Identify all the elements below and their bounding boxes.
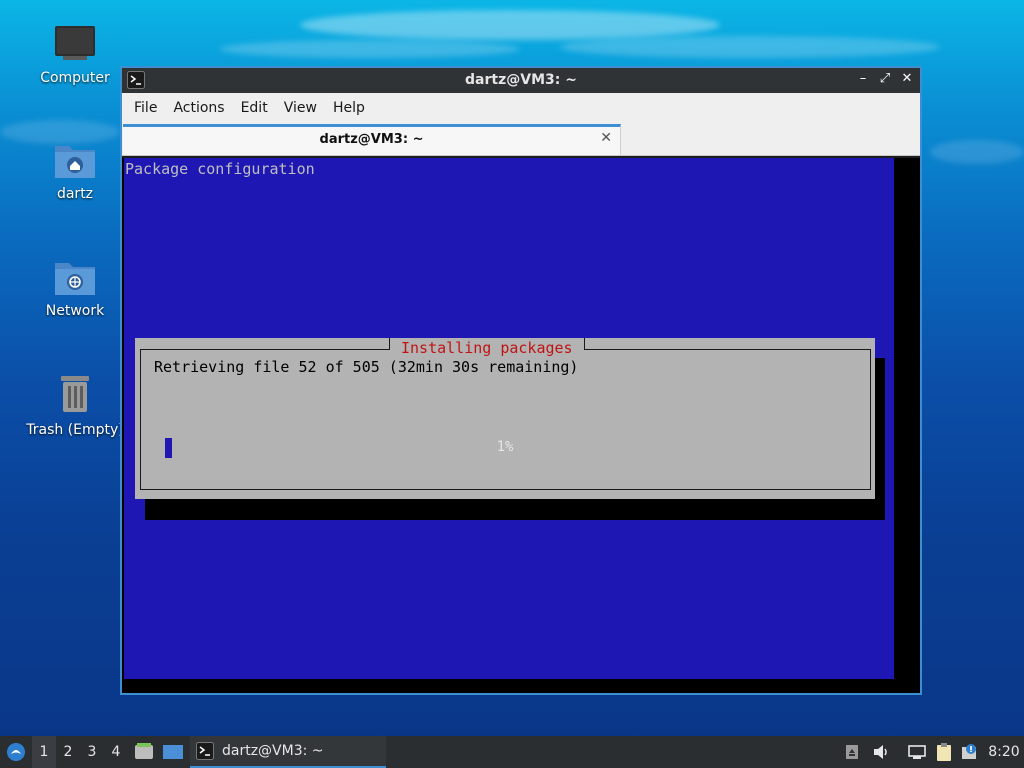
network-folder-icon <box>55 263 95 295</box>
trash-icon <box>61 376 89 412</box>
show-desktop-button[interactable] <box>160 736 186 768</box>
workspace-3[interactable]: 3 <box>80 736 104 768</box>
taskbar-terminal-button[interactable]: dartz@VM3: ~ <box>190 736 386 768</box>
window-title: dartz@VM3: ~ <box>465 72 577 88</box>
menubar: File Actions Edit View Help <box>122 93 920 122</box>
desktop-icon-label: dartz <box>56 186 94 202</box>
desktop-icon-label: Computer <box>40 70 110 86</box>
clock[interactable]: 8:20 <box>986 736 1022 768</box>
close-button[interactable]: ✕ <box>900 71 914 87</box>
workspace-2[interactable]: 2 <box>56 736 80 768</box>
desktop-icon-computer[interactable]: Computer <box>20 24 130 86</box>
tray-update-icon[interactable] <box>842 736 862 768</box>
desktop-icon-label: Network <box>45 303 105 319</box>
computer-icon <box>55 26 95 60</box>
eject-icon <box>846 745 858 759</box>
dialog-title: Installing packages <box>389 338 585 360</box>
desktop-icon <box>163 745 183 759</box>
tab-bar: dartz@VM3: ~ ✕ <box>122 122 920 156</box>
menu-edit[interactable]: Edit <box>233 100 276 116</box>
terminal-area[interactable]: Package configuration Installing package… <box>122 158 920 693</box>
notification-icon <box>962 744 976 759</box>
minimize-button[interactable]: – <box>856 71 870 87</box>
network-wired-icon <box>908 745 926 759</box>
install-dialog: Installing packages Retrieving file 52 o… <box>135 338 875 499</box>
desktop-icon-label: Trash (Empty) <box>26 422 124 438</box>
notification-tray-button[interactable] <box>960 736 980 768</box>
desktop-icon-home[interactable]: dartz <box>20 140 130 202</box>
desktop-icon-network[interactable]: Network <box>20 257 130 319</box>
tab-label: dartz@VM3: ~ <box>319 132 424 147</box>
menu-help[interactable]: Help <box>325 100 373 116</box>
workspace-1[interactable]: 1 <box>32 736 56 768</box>
taskbar-task-label: dartz@VM3: ~ <box>222 743 324 759</box>
maximize-button[interactable]: ⤢ <box>878 71 892 87</box>
whiptail-background: Package configuration Installing package… <box>124 158 894 679</box>
progress-bar: 1% <box>165 438 845 458</box>
package-config-heading: Package configuration <box>125 160 315 178</box>
workspace-4[interactable]: 4 <box>104 736 128 768</box>
volume-button[interactable] <box>870 736 892 768</box>
window-titlebar[interactable]: dartz@VM3: ~ – ⤢ ✕ <box>122 68 920 93</box>
menu-file[interactable]: File <box>126 100 165 116</box>
clipboard-tray-button[interactable] <box>934 736 954 768</box>
menu-actions[interactable]: Actions <box>165 100 232 116</box>
desktop-icon-trash[interactable]: Trash (Empty) <box>20 372 130 438</box>
file-manager-icon <box>135 743 153 759</box>
clipboard-icon <box>937 743 951 761</box>
start-menu-button[interactable] <box>2 736 30 768</box>
taskbar: 1 2 3 4 dartz@VM3: ~ 8:20 <box>0 736 1024 768</box>
file-manager-launcher[interactable] <box>132 736 156 768</box>
dialog-message: Retrieving file 52 of 505 (32min 30s rem… <box>154 358 579 376</box>
menu-view[interactable]: View <box>276 100 325 116</box>
progress-label: 1% <box>496 439 514 455</box>
speaker-icon <box>874 745 887 759</box>
tab-terminal[interactable]: dartz@VM3: ~ ✕ <box>123 124 621 155</box>
terminal-icon <box>196 742 214 760</box>
app-menu-icon <box>7 743 25 761</box>
network-tray-button[interactable] <box>906 736 928 768</box>
terminal-window[interactable]: dartz@VM3: ~ – ⤢ ✕ File Actions Edit Vie… <box>120 66 922 695</box>
home-folder-icon <box>55 146 95 178</box>
tab-close-icon[interactable]: ✕ <box>600 130 612 146</box>
